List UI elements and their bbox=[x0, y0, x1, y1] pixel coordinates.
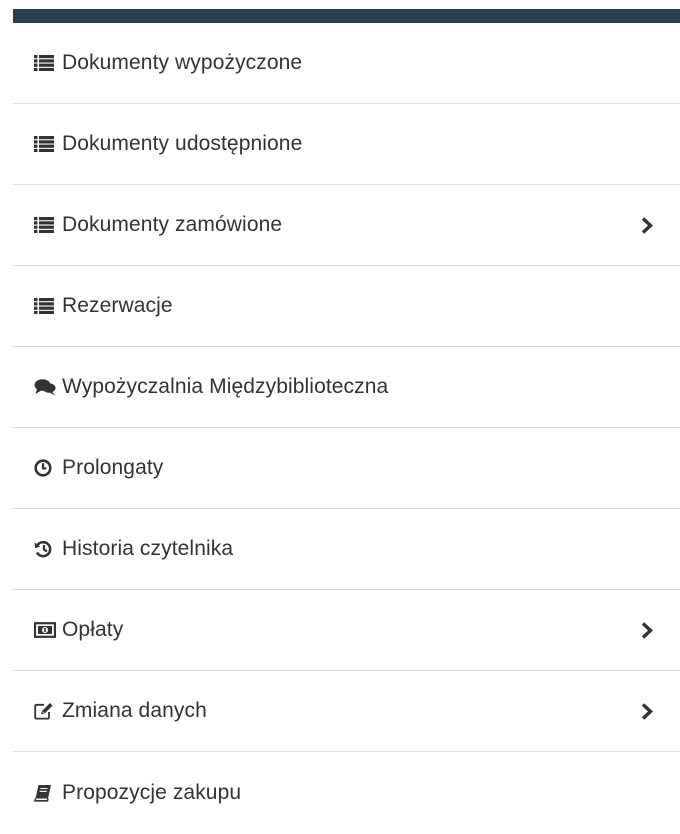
menu-item-purchase-proposals[interactable]: Propozycje zakupu bbox=[13, 752, 680, 833]
clock-icon bbox=[34, 456, 62, 480]
book-icon bbox=[34, 781, 62, 805]
chevron-right-icon[interactable] bbox=[640, 621, 654, 639]
menu-item-label: Opłaty bbox=[62, 618, 124, 641]
menu-item-reservations[interactable]: Rezerwacje bbox=[13, 266, 680, 347]
chevron-right-icon[interactable] bbox=[640, 216, 654, 234]
list-icon bbox=[34, 51, 62, 75]
menu-item-reader-history[interactable]: Historia czytelnika bbox=[13, 509, 680, 590]
menu-item-renewals[interactable]: Prolongaty bbox=[13, 428, 680, 509]
menu-item-label: Dokumenty zamówione bbox=[62, 213, 283, 236]
list-icon bbox=[34, 294, 62, 318]
menu-item-label: Historia czytelnika bbox=[62, 537, 234, 560]
money-icon bbox=[34, 618, 62, 642]
menu-item-label: Wypożyczalnia Międzybiblioteczna bbox=[62, 375, 389, 398]
menu-item-label: Prolongaty bbox=[62, 456, 164, 479]
list-icon bbox=[34, 213, 62, 237]
menu-item-interlibrary-loan[interactable]: Wypożyczalnia Międzybiblioteczna bbox=[13, 347, 680, 428]
menu-item-label: Rezerwacje bbox=[62, 294, 173, 317]
menu-item-shared-documents[interactable]: Dokumenty udostępnione bbox=[13, 104, 680, 185]
menu-item-label: Propozycje zakupu bbox=[62, 780, 242, 804]
menu-item-borrowed-documents[interactable]: Dokumenty wypożyczone bbox=[13, 23, 680, 104]
menu-item-fees[interactable]: Opłaty bbox=[13, 590, 680, 671]
edit-icon bbox=[34, 699, 62, 723]
reader-account-menu: Dokumenty wypożyczone Dokumenty udostępn… bbox=[13, 23, 680, 833]
list-icon bbox=[34, 132, 62, 156]
menu-item-change-data[interactable]: Zmiana danych bbox=[13, 671, 680, 752]
menu-item-label: Zmiana danych bbox=[62, 699, 207, 722]
menu-item-label: Dokumenty wypożyczone bbox=[62, 51, 303, 74]
history-icon bbox=[34, 537, 62, 561]
top-accent-bar bbox=[13, 9, 680, 23]
comments-icon bbox=[34, 375, 62, 399]
menu-item-label: Dokumenty udostępnione bbox=[62, 132, 303, 155]
chevron-right-icon[interactable] bbox=[640, 702, 654, 720]
menu-item-ordered-documents[interactable]: Dokumenty zamówione bbox=[13, 185, 680, 266]
